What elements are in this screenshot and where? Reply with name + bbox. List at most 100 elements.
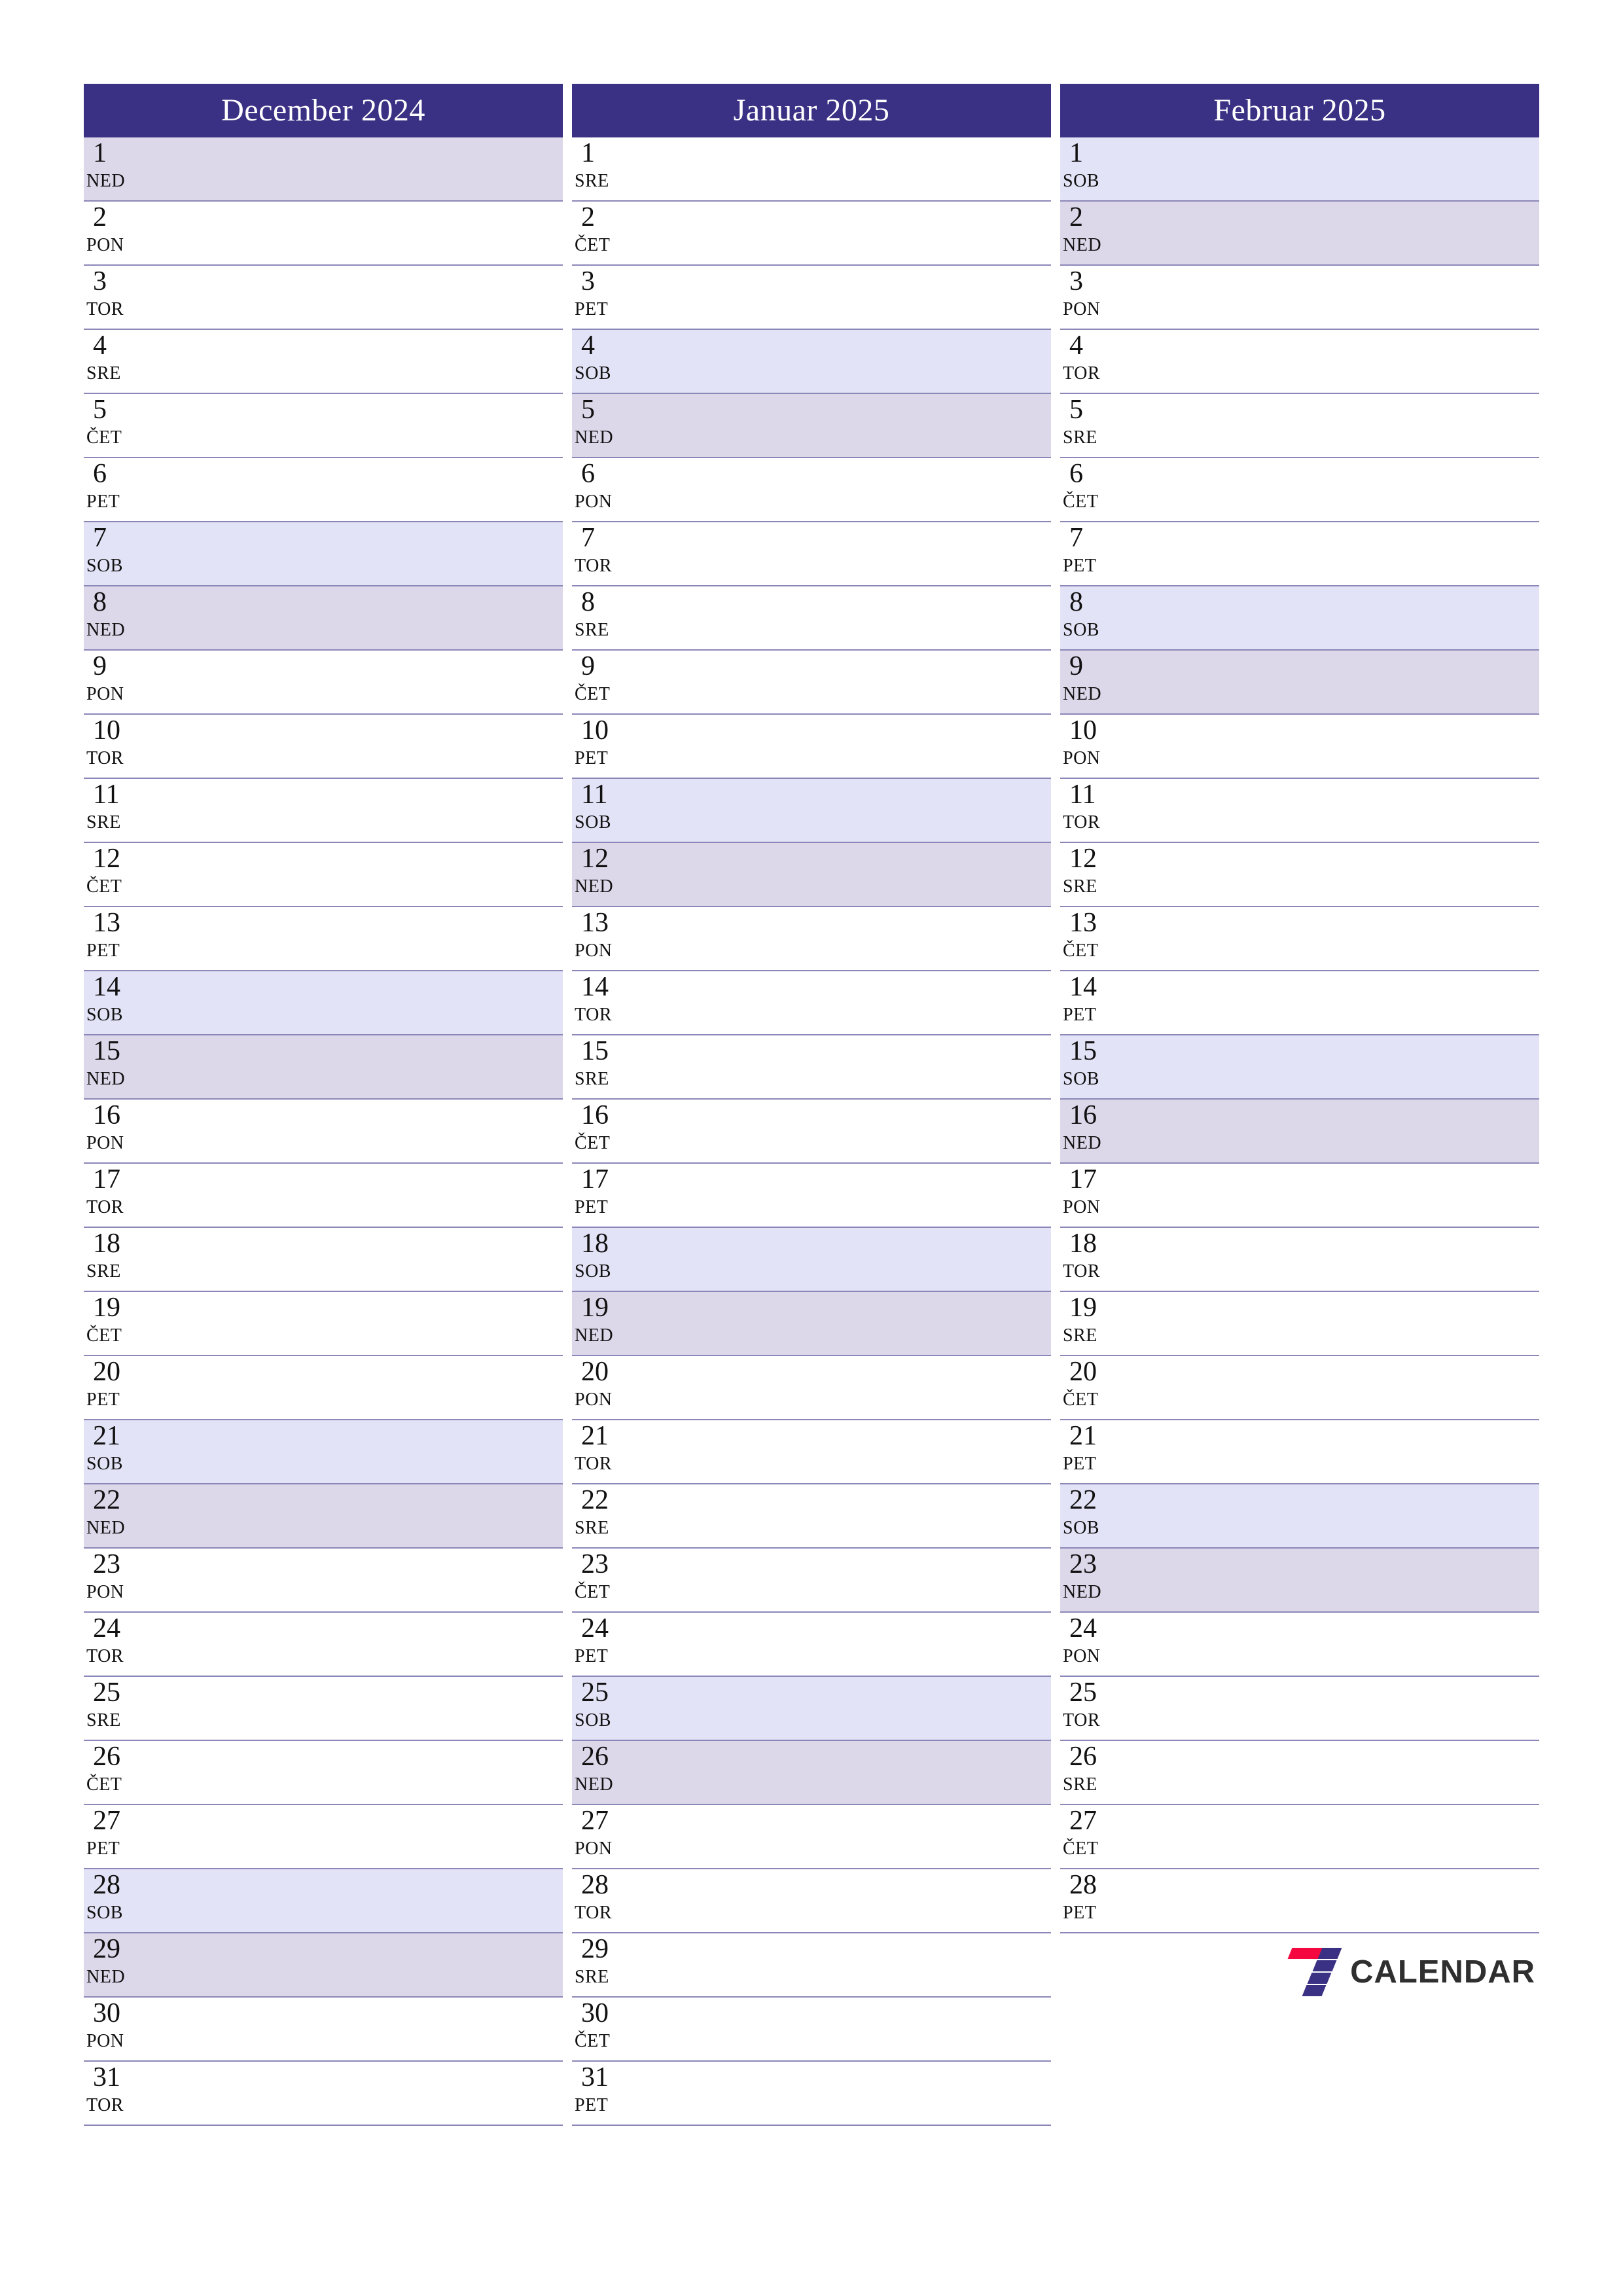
day-row[interactable]: 7 SOB <box>84 522 563 586</box>
day-row[interactable]: 6 ČET <box>1060 458 1539 522</box>
day-row[interactable]: 8 NED <box>84 586 563 651</box>
day-row[interactable]: 22 NED <box>84 1484 563 1549</box>
day-row[interactable]: 3 PET <box>572 266 1051 330</box>
day-row[interactable]: 15 SOB <box>1060 1035 1539 1100</box>
day-row[interactable]: 5 ČET <box>84 394 563 458</box>
day-row[interactable]: 30 PON <box>84 1998 563 2062</box>
weekday-abbreviation: SOB <box>86 1454 123 1474</box>
day-row[interactable]: 5 NED <box>572 394 1051 458</box>
day-row[interactable]: 2 NED <box>1060 202 1539 266</box>
day-row[interactable]: 4 TOR <box>1060 330 1539 394</box>
day-number: 9 <box>1069 651 1083 681</box>
day-row[interactable]: 28 SOB <box>84 1869 563 1933</box>
day-number: 18 <box>93 1229 120 1259</box>
day-row[interactable]: 2 PON <box>84 202 563 266</box>
day-row[interactable]: 8 SRE <box>572 586 1051 651</box>
day-row[interactable]: 14 TOR <box>572 971 1051 1035</box>
day-row[interactable]: 21 TOR <box>572 1420 1051 1484</box>
day-row[interactable]: 5 SRE <box>1060 394 1539 458</box>
day-row[interactable]: 26 SRE <box>1060 1741 1539 1805</box>
day-row[interactable]: 23 ČET <box>572 1549 1051 1613</box>
day-row[interactable]: 8 SOB <box>1060 586 1539 651</box>
day-row[interactable]: 15 NED <box>84 1035 563 1100</box>
day-row[interactable]: 13 ČET <box>1060 907 1539 971</box>
day-row[interactable]: 12 NED <box>572 843 1051 907</box>
day-row[interactable]: 14 SOB <box>84 971 563 1035</box>
day-row[interactable]: 21 PET <box>1060 1420 1539 1484</box>
day-row[interactable]: 16 NED <box>1060 1100 1539 1164</box>
day-row[interactable]: 17 PON <box>1060 1164 1539 1228</box>
day-row[interactable]: 24 TOR <box>84 1613 563 1677</box>
day-number: 7 <box>581 523 595 553</box>
day-row[interactable]: 2 ČET <box>572 202 1051 266</box>
day-row[interactable]: 12 ČET <box>84 843 563 907</box>
day-row[interactable]: 24 PET <box>572 1613 1051 1677</box>
day-row[interactable]: 26 NED <box>572 1741 1051 1805</box>
day-row[interactable]: 10 PET <box>572 715 1051 779</box>
day-row[interactable]: 1 SRE <box>572 137 1051 202</box>
day-row[interactable]: 14 PET <box>1060 971 1539 1035</box>
day-row[interactable]: 19 SRE <box>1060 1292 1539 1356</box>
weekday-abbreviation: SRE <box>575 171 609 191</box>
day-row[interactable]: 20 PET <box>84 1356 563 1420</box>
day-row[interactable]: 27 ČET <box>1060 1805 1539 1869</box>
day-row[interactable]: 10 TOR <box>84 715 563 779</box>
day-row[interactable]: 16 ČET <box>572 1100 1051 1164</box>
day-row[interactable]: 3 PON <box>1060 266 1539 330</box>
day-row[interactable]: 23 NED <box>1060 1549 1539 1613</box>
weekday-abbreviation: ČET <box>1063 492 1099 512</box>
day-row[interactable]: 27 PON <box>572 1805 1051 1869</box>
weekday-abbreviation: PON <box>1063 1646 1101 1666</box>
day-row[interactable]: 18 SOB <box>572 1228 1051 1292</box>
day-row[interactable]: 17 TOR <box>84 1164 563 1228</box>
day-row[interactable]: 7 PET <box>1060 522 1539 586</box>
day-row[interactable]: 9 ČET <box>572 651 1051 715</box>
day-row[interactable]: 3 TOR <box>84 266 563 330</box>
day-row[interactable]: 18 TOR <box>1060 1228 1539 1292</box>
day-row[interactable]: 30 ČET <box>572 1998 1051 2062</box>
day-row[interactable]: 22 SRE <box>572 1484 1051 1549</box>
day-row[interactable]: 27 PET <box>84 1805 563 1869</box>
day-row[interactable]: 10 PON <box>1060 715 1539 779</box>
day-row[interactable]: 4 SOB <box>572 330 1051 394</box>
day-row[interactable]: 13 PON <box>572 907 1051 971</box>
day-row[interactable]: 16 PON <box>84 1100 563 1164</box>
day-row[interactable]: 28 TOR <box>572 1869 1051 1933</box>
day-row[interactable]: 31 TOR <box>84 2062 563 2126</box>
day-row[interactable]: 13 PET <box>84 907 563 971</box>
day-row[interactable]: 26 ČET <box>84 1741 563 1805</box>
day-row[interactable]: 11 TOR <box>1060 779 1539 843</box>
day-row[interactable]: 25 SOB <box>572 1677 1051 1741</box>
day-row[interactable]: 11 SOB <box>572 779 1051 843</box>
day-row[interactable]: 9 PON <box>84 651 563 715</box>
day-row[interactable]: 23 PON <box>84 1549 563 1613</box>
day-row[interactable]: 19 ČET <box>84 1292 563 1356</box>
day-row[interactable]: 29 NED <box>84 1933 563 1998</box>
day-row[interactable]: 18 SRE <box>84 1228 563 1292</box>
day-row[interactable]: 4 SRE <box>84 330 563 394</box>
day-row[interactable]: 1 NED <box>84 137 563 202</box>
day-row[interactable]: 20 ČET <box>1060 1356 1539 1420</box>
day-row[interactable]: 25 SRE <box>84 1677 563 1741</box>
day-row[interactable]: 17 PET <box>572 1164 1051 1228</box>
day-row[interactable]: 6 PET <box>84 458 563 522</box>
day-row[interactable]: 7 TOR <box>572 522 1051 586</box>
day-row[interactable]: 20 PON <box>572 1356 1051 1420</box>
day-row[interactable]: 15 SRE <box>572 1035 1051 1100</box>
day-row[interactable]: 25 TOR <box>1060 1677 1539 1741</box>
day-row[interactable]: 22 SOB <box>1060 1484 1539 1549</box>
day-row[interactable]: 29 SRE <box>572 1933 1051 1998</box>
day-row[interactable]: 28 PET <box>1060 1869 1539 1933</box>
day-number: 20 <box>93 1357 120 1387</box>
day-row[interactable]: 6 PON <box>572 458 1051 522</box>
day-row[interactable]: 24 PON <box>1060 1613 1539 1677</box>
day-number: 29 <box>581 1934 609 1964</box>
day-number: 2 <box>93 202 107 232</box>
day-row[interactable]: 9 NED <box>1060 651 1539 715</box>
day-row[interactable]: 31 PET <box>572 2062 1051 2126</box>
day-row[interactable]: 12 SRE <box>1060 843 1539 907</box>
day-row[interactable]: 19 NED <box>572 1292 1051 1356</box>
day-row[interactable]: 1 SOB <box>1060 137 1539 202</box>
day-row[interactable]: 21 SOB <box>84 1420 563 1484</box>
day-row[interactable]: 11 SRE <box>84 779 563 843</box>
